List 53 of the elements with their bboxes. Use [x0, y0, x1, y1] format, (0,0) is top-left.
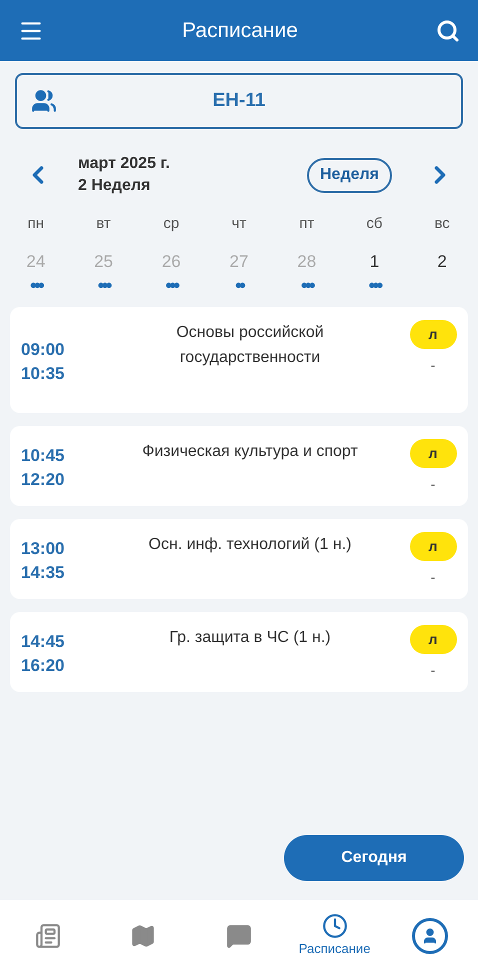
- lesson-dots: •••: [300, 279, 313, 293]
- nav-tab[interactable]: Расписание: [286, 912, 382, 958]
- lesson-card[interactable]: 10:45 12:20 Физическая культура и спорт л -: [10, 426, 468, 506]
- map-icon: [130, 922, 156, 948]
- weekday-label: вс: [434, 214, 450, 234]
- lesson-card[interactable]: 14:45 16:20 Гр. защита в ЧС (1 н.) л -: [10, 612, 468, 692]
- lesson-type-badge: л: [410, 625, 456, 654]
- lesson-dots: •••: [165, 279, 178, 293]
- lesson-type-badge: л: [410, 532, 456, 561]
- lesson-card[interactable]: 13:00 14:35 Осн. инф. технологий (1 н.) л -: [10, 519, 468, 599]
- start-time: 13:00: [21, 538, 66, 560]
- weekday-label: вт: [96, 214, 111, 234]
- start-time: 14:45: [21, 630, 66, 652]
- today-button[interactable]: Сегодня: [284, 835, 464, 881]
- week-mode-button[interactable]: Неделя: [306, 158, 392, 192]
- weekday-label: пн: [28, 214, 44, 234]
- end-time: 12:20: [21, 468, 66, 490]
- date-cell[interactable]: 1: [370, 249, 380, 273]
- newspaper-icon: [34, 922, 61, 948]
- weekday-label: сб: [366, 214, 382, 234]
- subject-title: Физическая культура и спорт: [141, 442, 359, 462]
- weekday-label: ср: [163, 214, 180, 234]
- weekday-label: пт: [299, 214, 314, 234]
- end-time: 16:20: [21, 654, 66, 676]
- month-label: март 2025 г.: [78, 154, 170, 174]
- date-cell[interactable]: 2: [437, 249, 447, 273]
- lesson-type-badge: л: [410, 320, 456, 349]
- search-icon[interactable]: [436, 18, 460, 42]
- room-label: -: [430, 661, 436, 680]
- people-icon: [31, 88, 57, 114]
- start-time: 09:00: [21, 338, 66, 360]
- lesson-dots: •••: [30, 279, 42, 293]
- room-label: -: [430, 475, 436, 494]
- chat-bubble-icon: [226, 922, 252, 948]
- profile-icon: [412, 918, 448, 954]
- lesson-dots: ••: [234, 279, 243, 293]
- subject-title: Основы российской государственности: [175, 323, 325, 368]
- start-time: 10:45: [21, 444, 66, 466]
- weekday-label: чт: [232, 214, 246, 234]
- subject-title: Осн. инф. технологий (1 н.): [148, 535, 352, 555]
- header-title: Расписание: [182, 18, 298, 44]
- group-selector[interactable]: ЕН-11: [15, 73, 463, 129]
- lesson-type-badge: л: [410, 439, 456, 468]
- lesson-dots: •••: [98, 279, 110, 293]
- room-label: -: [430, 356, 436, 375]
- subject-title: Гр. защита в ЧС (1 н.): [168, 628, 332, 648]
- room-label: -: [430, 568, 436, 587]
- lesson-card[interactable]: 09:00 10:35 Основы российской государственности л -: [10, 307, 468, 413]
- lesson-dots: •••: [368, 279, 380, 293]
- week-label: 2 Неделя: [78, 176, 152, 196]
- end-time: 14:35: [21, 562, 66, 584]
- end-time: 10:35: [21, 362, 66, 384]
- clock-icon: [322, 912, 348, 939]
